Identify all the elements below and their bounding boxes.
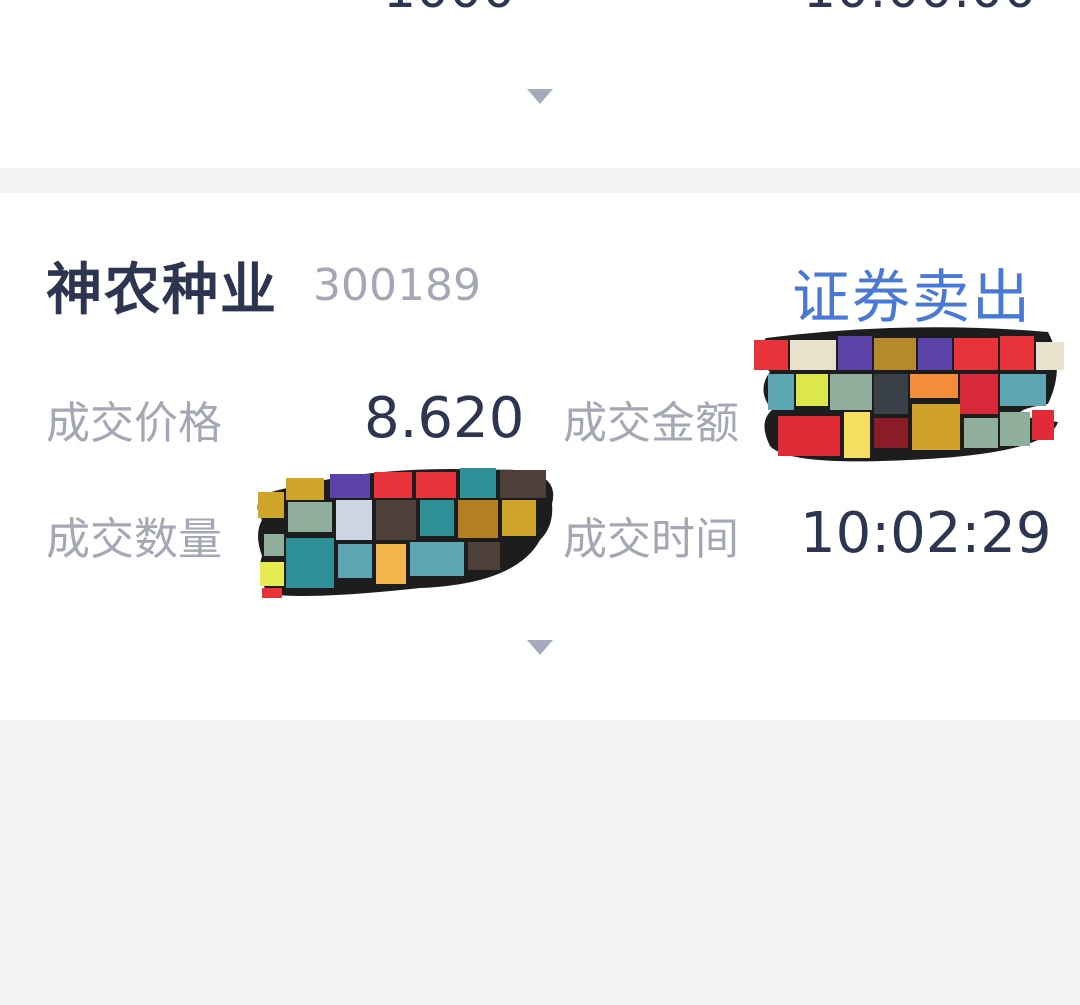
amount-label: 成交金额 <box>563 398 739 449</box>
chevron-down-icon[interactable] <box>527 89 553 104</box>
time-value: 10:02:29 <box>800 501 1052 566</box>
time-label: 成交时间 <box>563 514 739 565</box>
trade-type: 证券卖出 <box>791 263 1032 331</box>
stock-code: 300189 <box>313 260 481 311</box>
stock-name: 神农种业 <box>46 258 278 323</box>
previous-trade-card[interactable]: 1000 10:00:00 <box>0 0 1080 168</box>
redacted-amount-scribble <box>754 327 1064 462</box>
chevron-down-icon[interactable] <box>527 640 553 655</box>
previous-quantity-value: 1000 <box>383 0 515 20</box>
price-value: 8.620 <box>364 386 525 451</box>
redacted-quantity-scribble <box>257 468 554 598</box>
previous-time-value: 10:00:00 <box>803 0 1037 20</box>
trade-card[interactable]: 神农种业 300189 证券卖出 成交价格 8.620 成交金额 成交数量 成交… <box>0 193 1080 720</box>
quantity-label: 成交数量 <box>46 514 222 565</box>
price-label: 成交价格 <box>46 398 222 449</box>
